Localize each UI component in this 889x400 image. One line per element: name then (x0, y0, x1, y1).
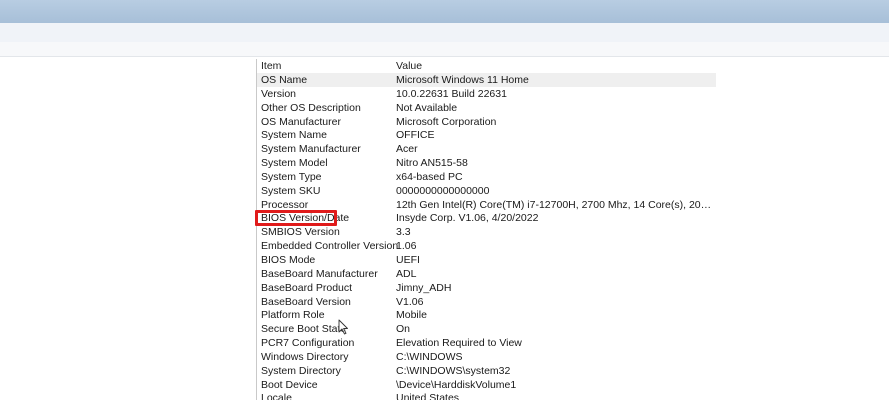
row-item-label: BaseBoard Manufacturer (261, 267, 378, 280)
row-item-label: Processor (261, 198, 309, 211)
row-value: On (396, 323, 411, 336)
system-information-window: Item Value OS Name Microsoft Windows 11 H… (0, 0, 889, 400)
table-row[interactable]: System Name OFFICE (257, 128, 716, 142)
table-row[interactable]: Processor 12th Gen Intel(R) Core(TM) i7-1… (257, 198, 716, 212)
table-row[interactable]: System Type x64-based PC (257, 170, 716, 184)
table-row[interactable]: Version 10.0.22631 Build 22631 (257, 87, 716, 101)
row-item-label: System Manufacturer (261, 143, 361, 156)
row-value: Elevation Required to View (396, 337, 522, 350)
row-item-label: Embedded Controller Version (261, 240, 399, 253)
row-value: UEFI (396, 253, 420, 266)
details-list-pane[interactable]: Item Value OS Name Microsoft Windows 11 H… (257, 59, 889, 400)
table-row[interactable]: BIOS Version/Date Insyde Corp. V1.06, 4/2… (257, 211, 716, 225)
row-item-label: OS Name (261, 74, 308, 86)
row-value: ADL (396, 267, 417, 280)
toolbar (0, 23, 889, 42)
table-row[interactable]: System Directory C:\WINDOWS\system32 (257, 364, 716, 378)
row-value: United States (396, 392, 460, 400)
menu-bar (0, 42, 889, 56)
row-item-label: System Directory (261, 364, 341, 377)
table-row[interactable]: System SKU 0000000000000000 (257, 184, 716, 198)
table-row[interactable]: Other OS Description Not Available (257, 101, 716, 115)
row-value: 12th Gen Intel(R) Core(TM) i7-12700H, 27… (396, 198, 712, 211)
row-value: C:\WINDOWS\system32 (396, 364, 511, 377)
table-row[interactable]: BaseBoard Product Jimny_ADH (257, 281, 716, 295)
table-row[interactable]: Embedded Controller Version 1.06 (257, 239, 716, 253)
table-row[interactable]: SMBIOS Version 3.3 (257, 225, 716, 239)
row-value: 1.06 (396, 240, 417, 253)
list-header: Item Value (257, 59, 716, 74)
row-item-label: Other OS Description (261, 101, 361, 114)
row-value: OFFICE (396, 129, 435, 142)
row-item-label: BIOS Version/Date (261, 212, 350, 225)
column-header-value[interactable]: Value (396, 60, 422, 72)
row-value: Jimny_ADH (396, 281, 452, 294)
row-item-label: Version (261, 87, 297, 100)
row-item-label: PCR7 Configuration (261, 337, 355, 350)
table-row[interactable]: PCR7 Configuration Elevation Required to … (257, 336, 716, 350)
row-item-label: System SKU (261, 184, 321, 197)
table-row[interactable]: BIOS Mode UEFI (257, 253, 716, 267)
row-item-label: System Type (261, 170, 322, 183)
row-value: Not Available (396, 101, 458, 114)
row-item-label: OS Manufacturer (261, 115, 341, 128)
table-row[interactable]: System Model Nitro AN515-58 (257, 156, 716, 170)
table-row[interactable]: System Manufacturer Acer (257, 142, 716, 156)
category-tree-pane[interactable] (0, 59, 256, 400)
table-row[interactable]: BaseBoard Version V1.06 (257, 295, 716, 309)
row-value: 3.3 (396, 226, 411, 239)
table-row[interactable]: Platform Role Mobile (257, 308, 716, 322)
details-rows: OS Name Microsoft Windows 11 Home Version 1… (257, 73, 716, 400)
row-value: C:\WINDOWS (396, 350, 463, 363)
row-item-label: Secure Boot State (261, 323, 347, 336)
row-item-label: Windows Directory (261, 350, 349, 363)
row-value: Nitro AN515-58 (396, 157, 468, 170)
row-value: 10.0.22631 Build 22631 (396, 87, 507, 100)
table-row[interactable]: Locale United States (257, 391, 716, 400)
table-row[interactable]: OS Name Microsoft Windows 11 Home (257, 73, 716, 87)
row-value: Acer (396, 143, 418, 156)
row-item-label: Locale (261, 392, 292, 400)
row-value: 0000000000000000 (396, 184, 490, 197)
table-row[interactable]: OS Manufacturer Microsoft Corporation (257, 115, 716, 129)
row-value: Microsoft Corporation (396, 115, 497, 128)
mouse-pointer-icon (338, 319, 348, 335)
table-row[interactable]: Secure Boot State On (257, 322, 716, 336)
row-item-label: Boot Device (261, 378, 318, 391)
row-value: \Device\HarddiskVolume1 (396, 378, 517, 391)
row-value: Microsoft Windows 11 Home (396, 74, 529, 86)
title-bar[interactable] (0, 0, 889, 23)
row-item-label: SMBIOS Version (261, 226, 340, 239)
row-item-label: System Name (261, 129, 327, 142)
table-row[interactable]: Windows Directory C:\WINDOWS (257, 350, 716, 364)
row-item-label: BIOS Mode (261, 253, 316, 266)
row-item-label: System Model (261, 157, 328, 170)
table-row[interactable]: Boot Device \Device\HarddiskVolume1 (257, 378, 716, 392)
row-item-label: BaseBoard Version (261, 295, 351, 308)
row-value: V1.06 (396, 295, 424, 308)
row-value: Insyde Corp. V1.06, 4/20/2022 (396, 212, 539, 225)
row-value: Mobile (396, 309, 427, 322)
row-item-label: BaseBoard Product (261, 281, 353, 294)
column-header-item[interactable]: Item (261, 60, 281, 72)
row-item-label: Platform Role (261, 309, 325, 322)
row-value: x64-based PC (396, 170, 463, 183)
table-row[interactable]: BaseBoard Manufacturer ADL (257, 267, 716, 281)
